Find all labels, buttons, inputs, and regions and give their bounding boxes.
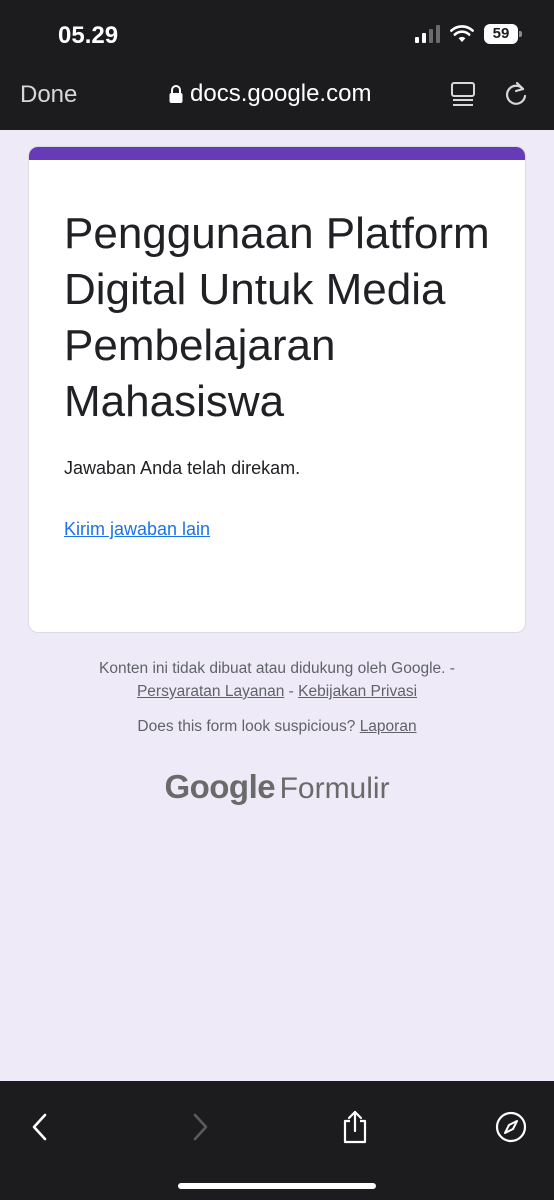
footer-separator: -: [288, 683, 294, 700]
wifi-icon: [450, 25, 474, 42]
compass-button[interactable]: [489, 1105, 533, 1149]
form-card: Penggunaan Platform Digital Untuk Media …: [28, 146, 526, 633]
disclaimer-text: Konten ini tidak dibuat atau didukung ol…: [99, 660, 455, 677]
home-indicator: [178, 1183, 376, 1189]
share-button[interactable]: [333, 1105, 377, 1149]
url-text: docs.google.com: [190, 80, 372, 107]
share-icon: [343, 1110, 367, 1144]
status-indicators: 59: [415, 24, 522, 44]
suspicious-text: Does this form look suspicious?: [137, 718, 356, 735]
card-accent-bar: [29, 147, 525, 160]
back-button[interactable]: [18, 1105, 62, 1149]
form-title: Penggunaan Platform Digital Untuk Media …: [64, 209, 490, 426]
back-icon: [32, 1113, 47, 1141]
signal-icon: [415, 25, 440, 43]
report-link[interactable]: Laporan: [360, 718, 417, 735]
submit-another-response-link[interactable]: Kirim jawaban lain: [64, 519, 210, 540]
reload-icon[interactable]: [503, 80, 529, 113]
brand-product: Formulir: [279, 772, 390, 805]
google-forms-logo[interactable]: Google Formulir: [0, 768, 554, 806]
forward-button[interactable]: [178, 1105, 222, 1149]
lock-icon: [169, 85, 183, 103]
battery-icon: 59: [484, 24, 522, 44]
status-time: 05.29: [58, 22, 119, 49]
compass-icon: [495, 1111, 527, 1143]
privacy-link[interactable]: Kebijakan Privasi: [298, 683, 417, 700]
footer-disclaimer: Konten ini tidak dibuat atau didukung ol…: [0, 657, 554, 703]
brand-google: Google: [164, 768, 276, 805]
terms-link[interactable]: Persyaratan Layanan: [137, 683, 284, 700]
url-bar[interactable]: docs.google.com: [168, 80, 371, 108]
report-line: Does this form look suspicious? Laporan: [0, 718, 554, 736]
done-button[interactable]: Done: [20, 81, 77, 109]
browser-top-bar: 05.29 59 Done docs.google.com: [0, 0, 554, 130]
forward-icon: [193, 1113, 208, 1141]
reader-icon[interactable]: [450, 80, 476, 113]
confirmation-message: Jawaban Anda telah direkam.: [64, 458, 301, 478]
